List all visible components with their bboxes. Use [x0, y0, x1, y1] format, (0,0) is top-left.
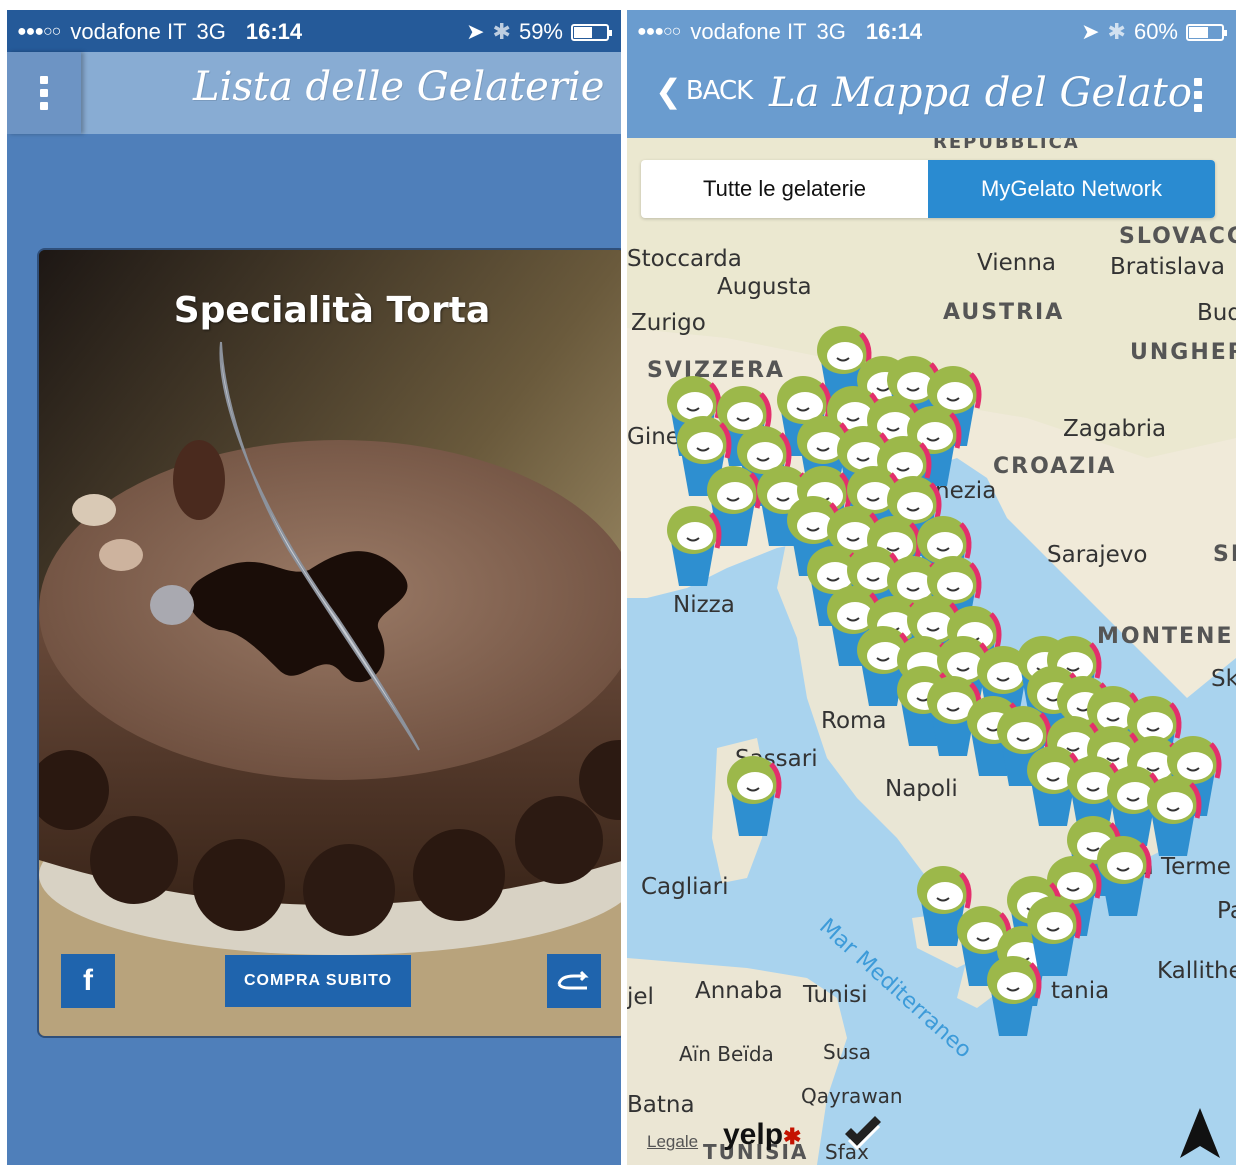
facebook-share-button[interactable]: f [61, 954, 115, 1008]
clock: 16:14 [245, 19, 303, 44]
gelateria-marker[interactable] [987, 956, 1039, 1036]
battery-percent: 59% [518, 19, 563, 44]
network-type: 3G [196, 19, 226, 44]
location-arrow-icon[interactable] [1178, 1106, 1222, 1160]
menu-button[interactable] [1180, 52, 1216, 138]
yelp-wordmark: yelp [723, 1118, 784, 1151]
dot [1194, 104, 1202, 112]
promo-card[interactable]: Specialità Torta f COMPRA SUBITO [37, 248, 621, 1038]
map-view[interactable]: Tutte le gelaterie MyGelato Network REPU… [627, 138, 1236, 1165]
signal-strength: ●●●○○ [17, 23, 61, 40]
gelato-map-screen: ●●●○○ vodafone IT 3G 16:14 ➤ ✱ 60% ❮ BAC… [627, 10, 1236, 1165]
gelateria-marker[interactable] [1097, 836, 1149, 916]
chevron-left-icon: ❮ [655, 72, 682, 110]
dot [40, 76, 48, 84]
location-services-icon: ➤ [1081, 19, 1100, 44]
back-button[interactable]: ❮ BACK [655, 72, 753, 110]
bluetooth-icon: ✱ [492, 19, 511, 44]
navigation-bar: ❮ BACK La Mappa del Gelato [627, 52, 1236, 138]
carrier-name: vodafone IT [70, 19, 187, 44]
bluetooth-icon: ✱ [1107, 19, 1126, 44]
cake-photo [39, 250, 621, 1036]
signal-strength: ●●●○○ [637, 23, 681, 40]
gelaterie-list-screen: ●●●○○ vodafone IT 3G 16:14 ➤ ✱ 59% Lista… [7, 10, 621, 1165]
dot [40, 89, 48, 97]
menu-button[interactable] [7, 52, 81, 134]
gelateria-marker[interactable] [667, 506, 719, 586]
gelato-markers-layer [627, 138, 1236, 1165]
gelateria-marker[interactable] [727, 756, 779, 836]
battery-icon [571, 23, 612, 41]
dot [1194, 78, 1202, 86]
network-type: 3G [816, 19, 846, 44]
back-label: BACK [685, 76, 753, 106]
gelateria-marker[interactable] [1147, 776, 1199, 856]
page-title: Lista delle Gelaterie [193, 64, 605, 110]
share-icon [557, 970, 589, 990]
legal-link[interactable]: Legale [647, 1132, 698, 1152]
yelp-burst-icon: ✱ [783, 1124, 802, 1149]
foursquare-icon [845, 1116, 881, 1151]
status-bar: ●●●○○ vodafone IT 3G 16:14 ➤ ✱ 59% [7, 10, 621, 52]
page-title: La Mappa del Gelato [769, 70, 1192, 116]
share-button[interactable] [547, 954, 601, 1008]
carrier-name: vodafone IT [690, 19, 807, 44]
yelp-logo: yelp✱ [723, 1118, 801, 1152]
buy-now-button[interactable]: COMPRA SUBITO [225, 955, 411, 1007]
battery-icon [1186, 23, 1227, 41]
navigation-bar: Lista delle Gelaterie [7, 52, 621, 134]
status-bar: ●●●○○ vodafone IT 3G 16:14 ➤ ✱ 60% [627, 10, 1236, 52]
dot [40, 102, 48, 110]
card-title: Specialità Torta [173, 290, 491, 331]
dot [1194, 91, 1202, 99]
location-services-icon: ➤ [466, 19, 485, 44]
battery-percent: 60% [1133, 19, 1178, 44]
clock: 16:14 [865, 19, 923, 44]
